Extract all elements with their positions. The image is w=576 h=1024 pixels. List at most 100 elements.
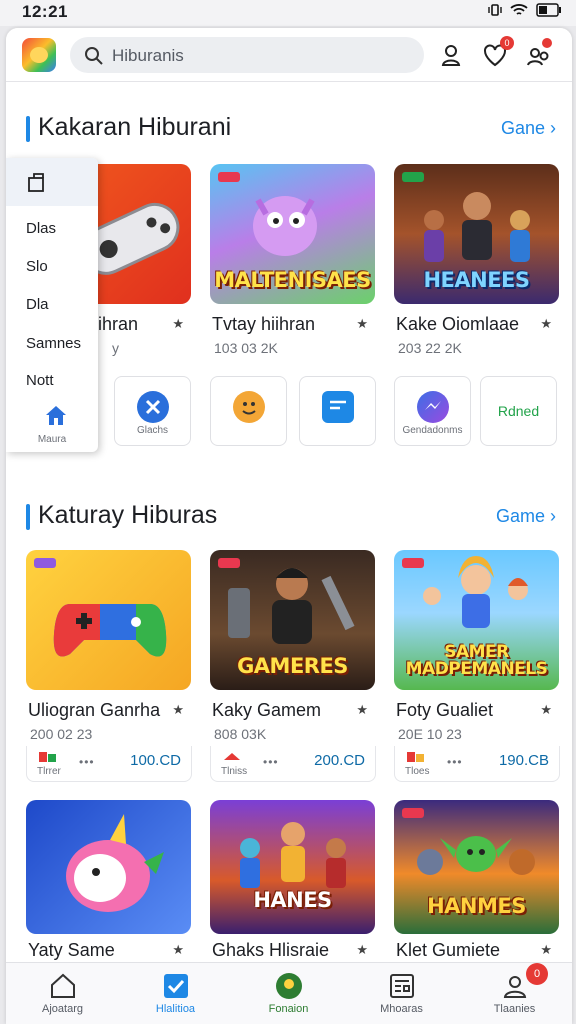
app-logo[interactable] [22, 38, 56, 72]
game-thumbnail-title: SAMER MADPEMANELS [405, 642, 548, 679]
checkbox-icon [163, 974, 188, 998]
game-meta: 808 03K [214, 726, 267, 742]
profile-button[interactable] [436, 40, 466, 70]
search-icon [85, 47, 103, 65]
grid-icon [28, 173, 44, 192]
side-menu: Dlas Slo Dla Samnes Nott Maura [6, 158, 98, 452]
price-row[interactable]: Tlrrer ••• 100.CD [26, 746, 192, 782]
nav-item-news[interactable]: Mhoaras [345, 963, 458, 1024]
rating-star-icon: ★ [356, 942, 368, 957]
see-more-link[interactable]: Gane › [501, 118, 556, 139]
nav-item-profile[interactable]: 0 Tlaanies [458, 963, 571, 1024]
category-label: Rdned [497, 403, 540, 419]
user-icon [441, 45, 461, 66]
battery-icon [536, 3, 561, 17]
category-tile[interactable]: Gendadonms [394, 376, 471, 446]
gamepad-icon [53, 604, 167, 657]
messenger-icon [416, 391, 449, 423]
price-value: 100.CD [130, 752, 181, 769]
game-meta: 200 02 23 [30, 726, 93, 742]
game-thumbnail: MALTENISAES [210, 164, 375, 304]
nav-label: Tlaanies [493, 1003, 536, 1015]
section-header-1: Kakaran Hiburani Gane › [26, 112, 556, 146]
game-title: Foty Gualiet [396, 700, 494, 720]
logo-face-icon [30, 47, 48, 63]
nav-item-center[interactable]: Fonaion [232, 963, 345, 1024]
menu-item[interactable]: Dlas [26, 220, 56, 237]
game-thumbnail: SAMER MADPEMANELS [394, 550, 559, 690]
nav-item-home[interactable]: Ajoatarg [6, 963, 119, 1024]
search-value: Hiburanis [112, 46, 184, 65]
game-title: Klet Gumiete [396, 940, 501, 960]
cross-icon [145, 399, 160, 415]
bottom-nav: Ajoatarg Hlalitioa Fonaion Mhoaras 0 Tla… [6, 962, 572, 1024]
category-icon [136, 391, 169, 423]
game-meta: 103 03 2K [214, 340, 278, 356]
friends-button[interactable] [524, 38, 554, 70]
menu-item[interactable]: Samnes [26, 335, 81, 352]
nav-label: Mhoaras [380, 1003, 423, 1015]
hero-icon [228, 568, 355, 644]
rating-star-icon: ★ [540, 316, 552, 331]
menu-header[interactable] [6, 158, 98, 206]
rating-star-icon: ★ [356, 316, 368, 331]
game-thumbnail-title: HEANEES [423, 268, 530, 292]
game-title: Kake Oiomlaae [396, 314, 520, 334]
nav-item-library[interactable]: Hlalitioa [119, 963, 232, 1024]
price-label: Tloes [405, 766, 430, 777]
status-time: 12:21 [22, 2, 68, 21]
game-title: Kaky Gamem [212, 700, 322, 720]
rating-star-icon: ★ [172, 942, 184, 957]
menu-item[interactable]: Nott [26, 372, 54, 389]
home-icon[interactable] [44, 404, 68, 426]
new-tag [34, 558, 56, 568]
rating-star-icon: ★ [172, 316, 184, 331]
vibrate-icon [488, 4, 502, 16]
category-label: Glachs [136, 425, 169, 436]
wifi-icon [510, 4, 528, 15]
status-icons [488, 3, 562, 17]
category-tile[interactable] [299, 376, 376, 446]
app-store-icon [407, 752, 424, 762]
game-meta: 203 22 2K [398, 340, 462, 356]
face-icon [241, 402, 256, 415]
section-accent-bar [26, 504, 30, 530]
more-dots-icon: ••• [263, 755, 279, 769]
section-accent-bar [26, 116, 30, 142]
menu-item[interactable]: Slo [26, 258, 48, 275]
category-tile[interactable]: Glachs [114, 376, 191, 446]
category-tile[interactable]: Rdned [480, 376, 557, 446]
menu-item[interactable]: Dla [26, 296, 49, 313]
search-input[interactable]: Hiburanis [70, 37, 424, 73]
game-thumbnail [26, 800, 191, 934]
goblin-icon [417, 836, 535, 875]
price-row[interactable]: Tloes ••• 190.CB [394, 746, 560, 782]
game-title: Yaty Same [28, 940, 115, 960]
game-title: ihran [98, 314, 139, 334]
section-title: Kakaran Hiburani [38, 113, 232, 141]
game-thumbnail [26, 550, 191, 690]
see-more-link[interactable]: Game › [496, 506, 556, 527]
game-thumbnail-title: HANMES [427, 894, 526, 918]
price-value: 190.CB [498, 752, 549, 769]
section-title: Katuray Hiburas [38, 501, 218, 529]
category-label: Gendadonms [402, 425, 463, 436]
news-icon [389, 974, 414, 998]
nav-badge: 0 [526, 963, 548, 985]
new-tag [402, 172, 424, 182]
game-thumbnail-title: HANES [253, 888, 332, 912]
game-thumbnail: HEANEES [394, 164, 559, 304]
price-value: 200.CD [314, 752, 365, 769]
game-meta: 20E 10 23 [398, 726, 462, 742]
game-thumbnail-title: MALTENISAES [214, 268, 371, 292]
emoji-icon [232, 391, 265, 423]
mascot-icon [253, 196, 317, 256]
unicorn-icon [66, 814, 164, 912]
price-row[interactable]: Tlniss ••• 200.CD [210, 746, 376, 782]
app-store-icon [224, 753, 240, 760]
game-thumbnail: GAMERES [210, 550, 375, 690]
favorites-button[interactable]: 0 [480, 36, 514, 70]
game-thumbnail: HANES [210, 800, 375, 934]
category-tile[interactable] [210, 376, 287, 446]
rating-star-icon: ★ [172, 702, 184, 717]
